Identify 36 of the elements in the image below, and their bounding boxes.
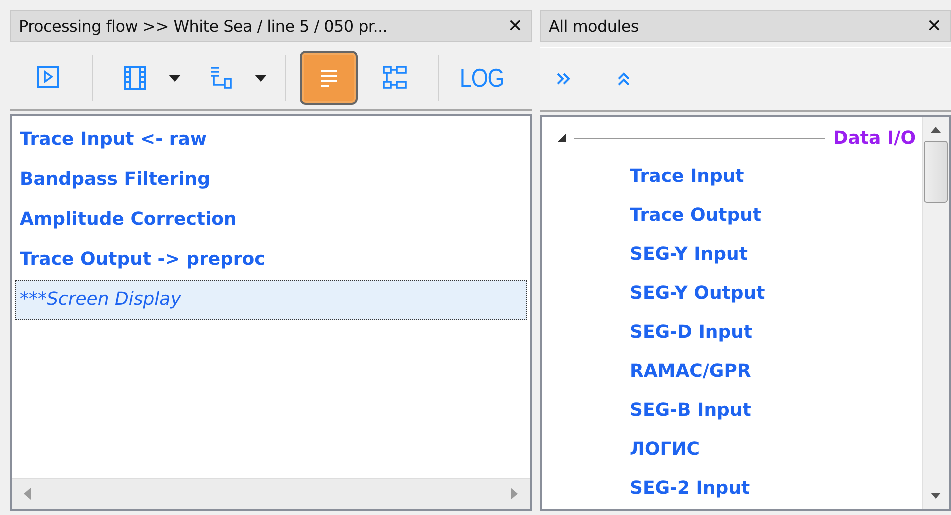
panel-title: All modules xyxy=(549,16,639,36)
flow-item[interactable]: Trace Input <- raw xyxy=(15,120,527,160)
vertical-scrollbar[interactable] xyxy=(922,117,949,509)
play-icon xyxy=(37,66,61,90)
scroll-right-icon[interactable] xyxy=(510,488,518,500)
film-strip-icon xyxy=(124,66,148,90)
diagram-icon xyxy=(383,66,407,90)
caret-icon xyxy=(169,74,181,82)
expand-toggle-icon[interactable] xyxy=(558,134,566,142)
double-chevron-up-icon xyxy=(616,71,632,87)
scrollbar-thumb[interactable] xyxy=(924,141,948,203)
module-item[interactable]: Trace Output xyxy=(548,196,916,235)
horizontal-scrollbar[interactable] xyxy=(12,478,530,509)
panel-title: Processing flow >> White Sea / line 5 / 050 pr... xyxy=(19,16,388,36)
scroll-left-icon[interactable] xyxy=(24,488,32,500)
indented-list-icon xyxy=(210,66,234,90)
toolbar-button[interactable]: LOG xyxy=(457,51,507,105)
module-item[interactable]: RAMAC/GPR xyxy=(548,352,916,391)
module-item[interactable]: SEG-Y Output xyxy=(548,274,916,313)
module-item[interactable]: SEG-Y Input xyxy=(548,235,916,274)
module-item[interactable]: Trace Input xyxy=(548,157,916,196)
flow-item[interactable]: Bandpass Filtering xyxy=(15,160,527,200)
close-button[interactable]: ✕ xyxy=(918,16,950,36)
caret-icon xyxy=(255,74,267,82)
scroll-down-icon[interactable] xyxy=(931,493,941,499)
flow-item[interactable]: Trace Output -> preproc xyxy=(15,240,527,280)
group-label[interactable]: Data I/O xyxy=(833,128,916,148)
toolbar-button[interactable] xyxy=(300,51,358,105)
module-item[interactable]: SEG-D Input xyxy=(548,313,916,352)
close-button[interactable]: ✕ xyxy=(500,16,531,36)
flow-item[interactable]: Amplitude Correction xyxy=(15,200,527,240)
double-chevron-right-icon xyxy=(556,71,572,87)
module-item[interactable]: SEG-2 Input xyxy=(548,469,916,508)
module-item[interactable]: ЛОГИС xyxy=(548,430,916,469)
module-item[interactable]: SEG-B Input xyxy=(548,391,916,430)
scroll-up-icon[interactable] xyxy=(931,127,941,133)
